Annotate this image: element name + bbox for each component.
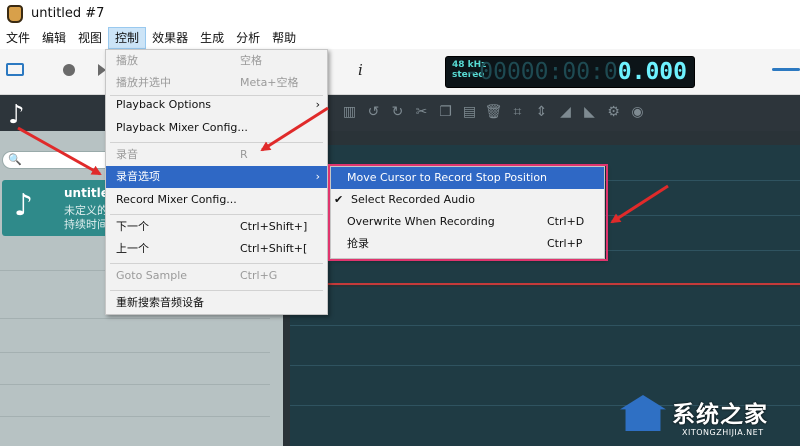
volume-slider[interactable] xyxy=(772,68,800,71)
menu-view[interactable]: 视图 xyxy=(72,27,108,49)
gridline xyxy=(290,365,800,366)
record-options-submenu: Move Cursor to Record Stop Position ✔ Sel… xyxy=(330,166,605,259)
watermark: 系统之家 XITONGZHIJIA.NET xyxy=(620,393,798,443)
channel-divider xyxy=(290,283,800,285)
normalize-icon[interactable]: ⇕ xyxy=(532,103,551,121)
submenu-item-move-cursor[interactable]: Move Cursor to Record Stop Position xyxy=(331,167,604,189)
submenu-item-overwrite[interactable]: Overwrite When Recording Ctrl+D xyxy=(331,211,604,233)
menu-item-playback-mixer[interactable]: Playback Mixer Config... xyxy=(106,117,327,139)
menu-item-record-mixer[interactable]: Record Mixer Config... xyxy=(106,189,327,211)
record-button-icon[interactable] xyxy=(63,64,75,76)
undo-icon[interactable]: ↺ xyxy=(364,103,383,121)
menu-item-play[interactable]: 播放 空格 xyxy=(106,50,327,72)
redo-icon[interactable]: ↻ xyxy=(388,103,407,121)
menu-item-play-select[interactable]: 播放并选中 Meta+空格 xyxy=(106,72,327,94)
menu-separator xyxy=(110,290,323,291)
divider xyxy=(0,384,270,385)
crop-icon[interactable]: ⌗ xyxy=(508,103,527,121)
menu-item-record[interactable]: 录音 R xyxy=(106,144,327,166)
menu-help[interactable]: 帮助 xyxy=(266,27,302,49)
menu-item-previous[interactable]: 上一个 Ctrl+Shift+[ xyxy=(106,238,327,260)
paste-icon[interactable]: ▤ xyxy=(460,103,479,121)
menu-item-playback-options[interactable]: Playback Options › xyxy=(106,94,327,116)
time-readout-dim: -00000:00:0 xyxy=(465,59,618,85)
menu-analyze[interactable]: 分析 xyxy=(230,27,266,49)
menu-separator xyxy=(110,263,323,264)
sidebar-toggle-icon[interactable] xyxy=(6,63,24,76)
control-menu: 播放 空格 播放并选中 Meta+空格 Playback Options › Play… xyxy=(105,49,328,315)
time-readout: 0.000 xyxy=(617,59,687,85)
checkmark-icon: ✔ xyxy=(334,193,344,206)
edit-tools: ▥ ↺ ↻ ✂ ❐ ▤ 🗑 ⌗ ⇕ ◢ ◣ ⚙ ◉ xyxy=(340,103,647,121)
menu-file[interactable]: 文件 xyxy=(0,27,36,49)
menu-control[interactable]: 控制 xyxy=(108,27,147,49)
menu-bar: 文件 编辑 视图 控制 效果器 生成 分析 帮助 xyxy=(0,27,800,49)
watermark-name: 系统之家 xyxy=(672,402,768,428)
file-info-2: 持续时间 xyxy=(64,218,108,231)
window-title: untitled #7 xyxy=(31,6,105,21)
menu-generate[interactable]: 生成 xyxy=(194,27,230,49)
watermark-url: XITONGZHIJIA.NET xyxy=(682,428,764,437)
search-icon: 🔍 xyxy=(8,153,22,166)
menu-item-next[interactable]: 下一个 Ctrl+Shift+] xyxy=(106,216,327,238)
eq-icon[interactable]: ⚙ xyxy=(604,103,623,121)
submenu-item-select-recorded[interactable]: ✔ Select Recorded Audio xyxy=(331,189,604,211)
menu-item-record-options[interactable]: 录音选项 › xyxy=(106,166,327,188)
title-bar: untitled #7 xyxy=(0,0,800,27)
house-logo-icon xyxy=(620,395,666,431)
fade-out-icon[interactable]: ◣ xyxy=(580,103,599,121)
menu-item-rescan-audio[interactable]: 重新搜索音频设备 xyxy=(106,292,327,314)
gridline xyxy=(290,325,800,326)
menu-edit[interactable]: 编辑 xyxy=(36,27,72,49)
delete-icon[interactable]: 🗑 xyxy=(484,103,503,121)
submenu-arrow-icon: › xyxy=(315,170,320,183)
info-icon[interactable]: i xyxy=(358,61,363,79)
cut-icon[interactable]: ✂ xyxy=(412,103,431,121)
speaker-icon[interactable]: ◉ xyxy=(628,103,647,121)
fade-in-icon[interactable]: ◢ xyxy=(556,103,575,121)
audio-file-icon: ♪ xyxy=(14,188,34,223)
menu-separator xyxy=(110,142,323,143)
submenu-arrow-icon: › xyxy=(315,98,320,111)
time-display: 48 kHz stereo -00000:00:00.000 xyxy=(445,56,695,88)
submenu-item-punch-record[interactable]: 抢录 Ctrl+P xyxy=(331,233,604,255)
copy-icon[interactable]: ❐ xyxy=(436,103,455,121)
music-note-icon: ♪ xyxy=(8,100,25,130)
menu-effects[interactable]: 效果器 xyxy=(146,27,194,49)
app-icon xyxy=(7,4,23,23)
menu-item-goto-sample[interactable]: Goto Sample Ctrl+G xyxy=(106,265,327,287)
waveform-icon[interactable]: ▥ xyxy=(340,103,359,121)
divider xyxy=(0,318,270,319)
menu-separator xyxy=(110,214,323,215)
divider xyxy=(0,352,270,353)
divider xyxy=(0,416,270,417)
